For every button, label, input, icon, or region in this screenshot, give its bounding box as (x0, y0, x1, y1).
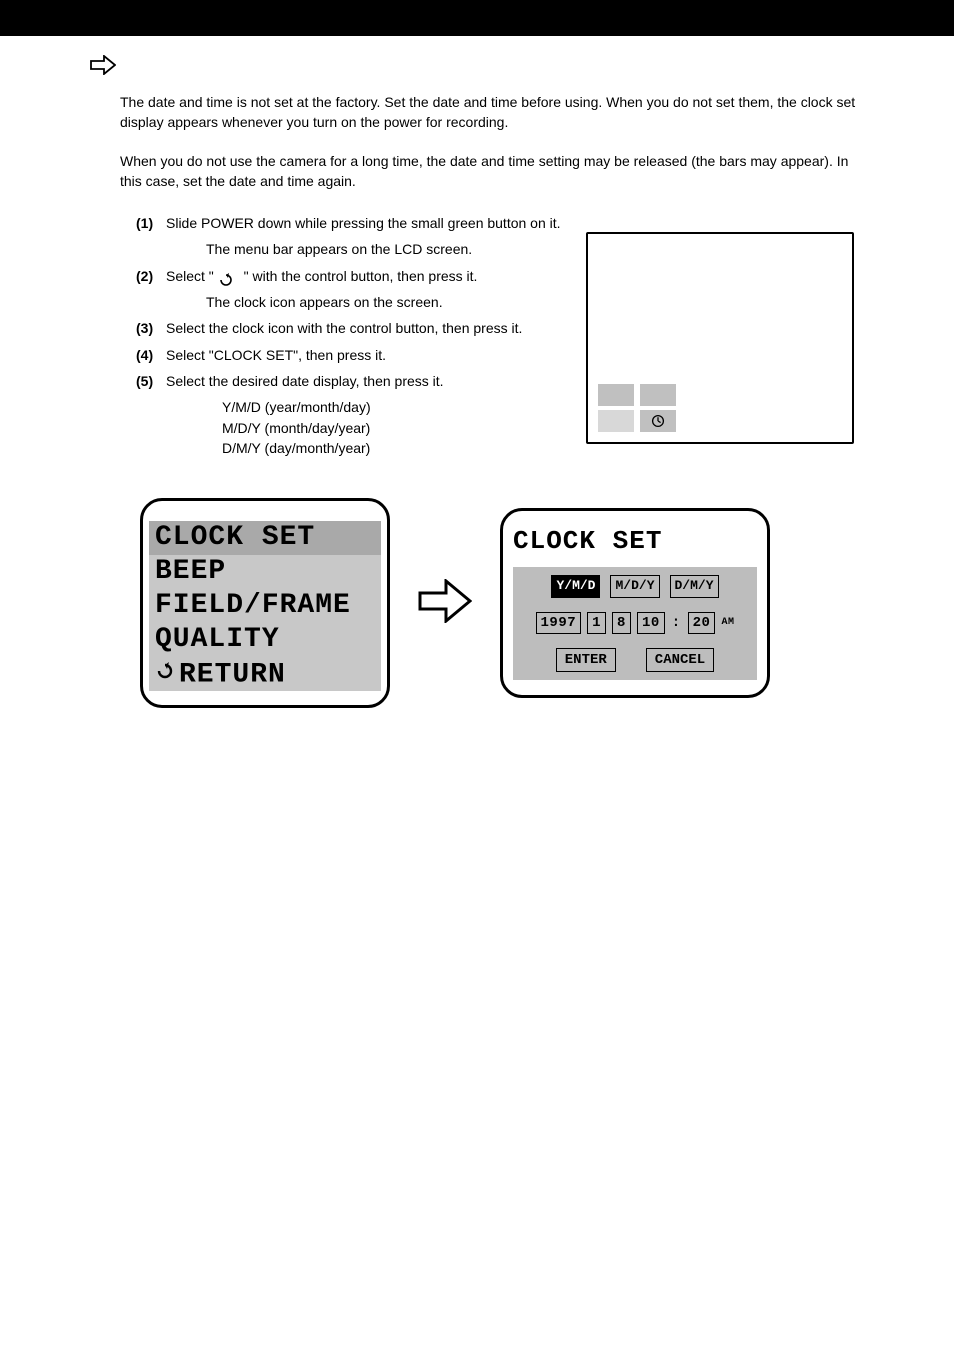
lcd-clockset-figure: CLOCK SET Y/M/D M/D/Y D/M/Y 1997 1 8 10:… (500, 508, 770, 698)
menu-item-beep: BEEP (149, 555, 381, 589)
hour-value: 10 (637, 612, 665, 634)
step-3-text: Select the clock icon with the control b… (166, 320, 522, 336)
step-2-text: Select " (166, 268, 214, 284)
clockset-title: CLOCK SET (513, 523, 757, 561)
big-arrow-right-icon (418, 579, 472, 628)
ampm-value: AM (721, 616, 734, 631)
step-4-num: (4) (136, 345, 166, 365)
step-2-num: (2) (136, 266, 166, 286)
step-1-text: Slide POWER down while pressing the smal… (166, 215, 561, 231)
intro-paragraph-2: When you do not use the camera for a lon… (120, 151, 874, 192)
step-4-text: Select "CLOCK SET", then press it. (166, 347, 386, 363)
format-ymd: Y/M/D (551, 575, 600, 598)
mini-cell-top-left (598, 384, 634, 406)
minute-value: 20 (688, 612, 716, 634)
menu-item-clock-set: CLOCK SET (149, 521, 381, 555)
menu-item-return: RETURN (149, 657, 381, 691)
day-value: 8 (612, 612, 631, 634)
mini-cell-bottom-left (598, 410, 634, 432)
format-mdy: M/D/Y (610, 575, 659, 598)
lcd-menu-figure: CLOCK SET BEEP FIELD/FRAME QUALITY RETUR… (140, 498, 390, 708)
step-5-num: (5) (136, 371, 166, 391)
enter-button: ENTER (556, 648, 616, 672)
step-1-num: (1) (136, 213, 166, 233)
top-black-bar (0, 0, 954, 36)
mini-cell-top-right (640, 384, 676, 406)
mini-screen-figure (586, 232, 854, 444)
step-2-tail: " with the control button, then press it… (244, 268, 478, 284)
format-dmy: D/M/Y (670, 575, 719, 598)
menu-item-quality: QUALITY (149, 623, 381, 657)
menu-item-field-frame: FIELD/FRAME (149, 589, 381, 623)
step-3-num: (3) (136, 318, 166, 338)
loop-arrow-icon (218, 272, 238, 286)
year-value: 1997 (536, 612, 582, 634)
mini-cell-clock-icon (640, 410, 676, 432)
intro-paragraph-1: The date and time is not set at the fact… (120, 92, 874, 133)
return-icon (155, 657, 175, 691)
step-5-text: Select the desired date display, then pr… (166, 373, 444, 389)
menu-item-return-label: RETURN (179, 660, 286, 691)
month-value: 1 (587, 612, 606, 634)
cancel-button: CANCEL (646, 648, 714, 672)
